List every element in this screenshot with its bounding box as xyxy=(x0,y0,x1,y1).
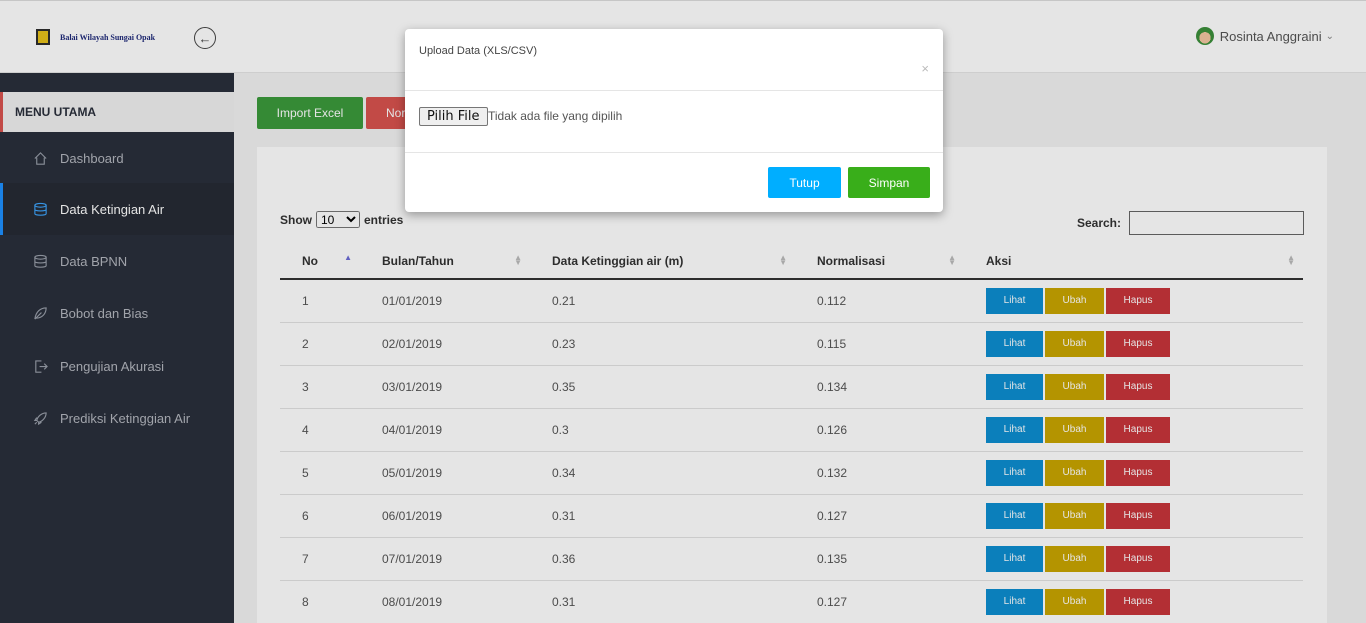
close-button[interactable]: Tutup xyxy=(768,167,841,198)
modal-body: Pilih File Tidak ada file yang dipilih xyxy=(405,91,943,153)
upload-modal: Upload Data (XLS/CSV) × Pilih File Tidak… xyxy=(405,29,943,212)
choose-file-button[interactable]: Pilih File xyxy=(419,107,488,126)
close-icon[interactable]: × xyxy=(921,61,929,76)
modal-header: Upload Data (XLS/CSV) × xyxy=(405,29,943,91)
modal-title: Upload Data (XLS/CSV) xyxy=(419,45,537,57)
file-status: Tidak ada file yang dipilih xyxy=(488,109,623,123)
save-button[interactable]: Simpan xyxy=(848,167,930,198)
